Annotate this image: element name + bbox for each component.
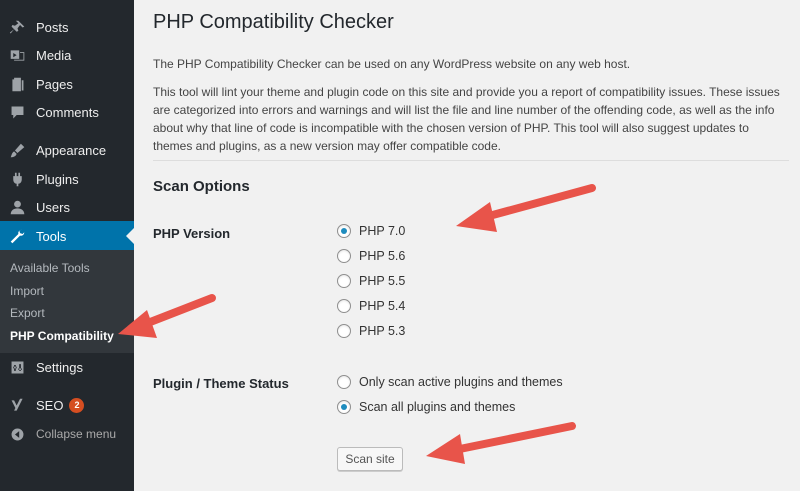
menu-item-seo[interactable]: SEO 2 (0, 391, 134, 419)
menu-item-users[interactable]: Users (0, 193, 134, 221)
radio-button[interactable] (337, 400, 351, 414)
menu-label: Posts (36, 19, 69, 35)
menu-label: Users (36, 199, 70, 215)
radio-scan-all[interactable]: Scan all plugins and themes (337, 399, 515, 415)
plugin-theme-status-label: Plugin / Theme Status (153, 376, 289, 391)
submenu-import[interactable]: Import (10, 284, 44, 298)
radio-button[interactable] (337, 324, 351, 338)
menu-label: Tools (36, 228, 67, 244)
radio-label: PHP 5.3 (359, 324, 406, 338)
menu-item-plugins[interactable]: Plugins (0, 165, 134, 193)
collapse-menu-button[interactable]: Collapse menu (0, 420, 134, 448)
submenu-export[interactable]: Export (10, 306, 45, 320)
radio-button[interactable] (337, 299, 351, 313)
pin-icon (8, 18, 26, 36)
admin-sidebar: Posts Media Pages Comments Appearance Pl… (0, 0, 134, 491)
menu-label: Settings (36, 359, 83, 375)
brush-icon (8, 141, 26, 159)
menu-item-comments[interactable]: Comments (0, 98, 134, 126)
intro-text: The PHP Compatibility Checker can be use… (153, 57, 631, 71)
radio-button[interactable] (337, 274, 351, 288)
description-text: This tool will lint your theme and plugi… (153, 85, 780, 153)
scan-options-heading: Scan Options (153, 178, 250, 195)
menu-item-posts[interactable]: Posts (0, 13, 134, 41)
menu-item-media[interactable]: Media (0, 41, 134, 69)
scan-site-button[interactable]: Scan site (337, 447, 403, 471)
collapse-label: Collapse menu (36, 427, 117, 441)
pages-icon (8, 75, 26, 93)
user-icon (8, 198, 26, 216)
arrow-to-php-version (456, 184, 596, 232)
php-version-label: PHP Version (153, 226, 231, 241)
submenu-available-tools[interactable]: Available Tools (10, 261, 90, 275)
menu-item-pages[interactable]: Pages (0, 70, 134, 98)
settings-icon (8, 358, 26, 376)
radio-label: Scan all plugins and themes (359, 400, 516, 414)
menu-label: Appearance (36, 142, 107, 158)
active-indicator (126, 228, 134, 244)
radio-label: PHP 5.4 (359, 299, 406, 313)
notification-badge: 2 (69, 397, 85, 413)
seo-icon (8, 396, 26, 414)
radio-button[interactable] (337, 375, 351, 389)
menu-label: SEO (36, 397, 64, 413)
radio-php-5-6[interactable]: PHP 5.6 (337, 248, 405, 264)
menu-label: Plugins (36, 171, 79, 187)
radio-label: Only scan active plugins and themes (359, 375, 563, 389)
media-icon (8, 46, 26, 64)
radio-label: PHP 7.0 (359, 224, 406, 238)
menu-item-settings[interactable]: Settings (0, 353, 134, 381)
wrench-icon (8, 227, 26, 245)
radio-label: PHP 5.6 (359, 249, 406, 263)
radio-php-7-0[interactable]: PHP 7.0 (337, 223, 405, 239)
divider (153, 160, 789, 161)
radio-button[interactable] (337, 224, 351, 238)
menu-label: Comments (36, 104, 99, 120)
radio-button[interactable] (337, 249, 351, 263)
menu-item-tools[interactable]: Tools (0, 221, 134, 251)
collapse-arrow-icon (8, 425, 26, 443)
comment-icon (8, 103, 26, 121)
radio-php-5-4[interactable]: PHP 5.4 (337, 298, 405, 314)
radio-only-active[interactable]: Only scan active plugins and themes (337, 374, 563, 390)
radio-php-5-5[interactable]: PHP 5.5 (337, 273, 405, 289)
menu-label: Pages (36, 76, 73, 92)
plugin-icon (8, 170, 26, 188)
menu-label: Media (36, 47, 72, 63)
page-title: PHP Compatibility Checker (153, 11, 394, 33)
menu-item-appearance[interactable]: Appearance (0, 136, 134, 164)
radio-label: PHP 5.5 (359, 274, 406, 288)
tools-submenu: Available Tools Import Export PHP Compat… (0, 250, 134, 353)
submenu-php-compatibility[interactable]: PHP Compatibility (10, 329, 114, 343)
arrow-to-scan-button (426, 422, 576, 464)
radio-php-5-3[interactable]: PHP 5.3 (337, 323, 405, 339)
